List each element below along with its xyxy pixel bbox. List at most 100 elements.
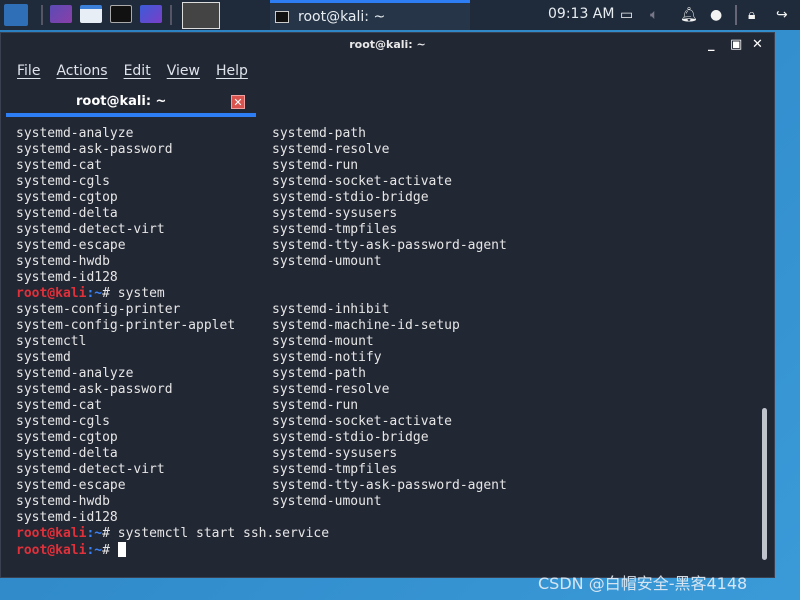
terminal-line: systemd-id128	[16, 270, 329, 286]
taskbar-window-button[interactable]: root@kali: ~	[270, 0, 470, 30]
scrollbar[interactable]	[762, 408, 767, 560]
completion-item: systemd-cat	[16, 398, 103, 413]
completion-item: systemd	[16, 350, 71, 365]
separator	[735, 5, 737, 25]
menu-edit[interactable]: Edit	[124, 63, 151, 79]
terminal-active-icon[interactable]	[182, 2, 220, 29]
bell-icon[interactable]: 🔔︎	[680, 7, 698, 23]
terminal-icon	[275, 11, 289, 23]
terminal-line: systemd-delta systemd-sysusers	[16, 446, 397, 462]
completion-item: systemd-sysusers	[272, 446, 398, 461]
tab-close-icon[interactable]: ✕	[231, 95, 245, 109]
terminal-output[interactable]: systemd-analyze systemd-path systemd-ask-p…	[16, 126, 507, 558]
completion-item: systemd-escape	[16, 478, 126, 493]
menu-file[interactable]: File	[17, 63, 40, 79]
command-text: systemctl start ssh.service	[117, 526, 330, 541]
terminal-line: root@kali:~# systemctl start ssh.service	[16, 526, 329, 542]
menu-bar: File Actions Edit View Help	[17, 63, 264, 79]
power-manager-icon[interactable]: ●	[710, 7, 722, 23]
completion-item: systemd-ask-password	[16, 382, 173, 397]
volume-icon[interactable]: 🔈︎	[650, 7, 658, 23]
terminal-window: root@kali: ~ _ ▣ ✕ File Actions Edit Vie…	[0, 32, 775, 578]
terminal-line: systemd-escape systemd-tty-ask-password-a…	[16, 478, 507, 494]
terminal-line: systemd-cat systemd-run	[16, 398, 358, 414]
terminal-line: systemd-escape systemd-tty-ask-password-a…	[16, 238, 507, 254]
screen-recorder-icon[interactable]	[140, 5, 162, 23]
completion-item: systemd-run	[272, 158, 359, 173]
completion-item: systemd-socket-activate	[272, 174, 453, 189]
workspace-icon[interactable]	[50, 5, 72, 23]
completion-item: systemd-hwdb	[16, 254, 110, 269]
prompt-user: root@kali	[16, 526, 87, 541]
cursor	[117, 542, 126, 557]
completion-item: systemd-tmpfiles	[272, 222, 398, 237]
terminal-line: root@kali:~#	[16, 542, 329, 558]
close-button[interactable]: ✕	[752, 37, 763, 52]
prompt-hash: #	[102, 526, 118, 541]
tab-label: root@kali: ~	[76, 94, 167, 109]
completion-item: systemd-escape	[16, 238, 126, 253]
terminal-line: systemd-detect-virt systemd-tmpfiles	[16, 222, 397, 238]
completion-item: systemd-umount	[272, 254, 382, 269]
prompt-path: :~	[86, 526, 103, 541]
completion-item: systemd-id128	[16, 510, 118, 525]
completion-item: systemd-cgtop	[16, 190, 118, 205]
terminal-line: systemd systemd-notify	[16, 350, 382, 366]
completion-item: systemd-id128	[16, 270, 118, 285]
completion-item: systemd-cat	[16, 158, 103, 173]
terminal-line: systemd-id128	[16, 510, 329, 526]
completion-item: systemd-tty-ask-password-agent	[272, 478, 507, 493]
completion-item: systemd-umount	[272, 494, 382, 509]
prompt-path: :~	[86, 543, 103, 558]
window-title: root@kali: ~	[349, 38, 426, 51]
terminal-line: systemd-delta systemd-sysusers	[16, 206, 397, 222]
completion-item: systemd-analyze	[16, 126, 134, 141]
terminal-line: systemctl systemd-mount	[16, 334, 374, 350]
minimize-button[interactable]: _	[708, 37, 715, 52]
completion-item: systemd-socket-activate	[272, 414, 453, 429]
completion-item: systemd-resolve	[272, 382, 390, 397]
tab-terminal[interactable]: root@kali: ~ ✕	[6, 89, 256, 117]
completion-item: systemd-detect-virt	[16, 462, 165, 477]
terminal-line: systemd-hwdb systemd-umount	[16, 494, 382, 510]
completion-item: systemd-machine-id-setup	[272, 318, 460, 333]
prompt-path: :~	[86, 286, 103, 301]
completion-item: systemd-cgls	[16, 414, 110, 429]
terminal-line: systemd-cgls systemd-socket-activate	[16, 414, 452, 430]
completion-item: systemd-hwdb	[16, 494, 110, 509]
menu-view[interactable]: View	[167, 63, 200, 79]
separator	[41, 5, 43, 25]
completion-item: systemd-stdio-bridge	[272, 430, 429, 445]
separator	[170, 5, 172, 25]
terminal-line: systemd-cgtop systemd-stdio-bridge	[16, 190, 429, 206]
terminal-line: systemd-hwdb systemd-umount	[16, 254, 382, 270]
completion-item: system-config-printer	[16, 302, 181, 317]
completion-item: systemd-notify	[272, 350, 382, 365]
completion-item: systemd-delta	[16, 446, 118, 461]
kali-menu-icon[interactable]	[4, 4, 28, 26]
terminal-line: systemd-ask-password systemd-resolve	[16, 382, 389, 398]
terminal-line: system-config-printer-applet systemd-mach…	[16, 318, 460, 334]
logout-icon[interactable]: ↪	[776, 7, 788, 23]
terminal-line: systemd-analyze systemd-path	[16, 126, 366, 142]
display-icon[interactable]: ▭	[620, 7, 633, 23]
taskbar-window-label: root@kali: ~	[298, 8, 386, 25]
terminal-line: systemd-detect-virt systemd-tmpfiles	[16, 462, 397, 478]
completion-item: systemd-cgls	[16, 174, 110, 189]
terminal-line: systemd-cat systemd-run	[16, 158, 358, 174]
terminal-icon[interactable]	[110, 5, 132, 23]
menu-help[interactable]: Help	[216, 63, 248, 79]
completion-item: systemd-detect-virt	[16, 222, 165, 237]
menu-actions[interactable]: Actions	[56, 63, 107, 79]
completion-item: systemd-run	[272, 398, 359, 413]
clock[interactable]: 09:13 AM	[548, 6, 614, 22]
completion-item: systemd-delta	[16, 206, 118, 221]
maximize-button[interactable]: ▣	[730, 37, 742, 52]
lock-icon[interactable]: 🔒︎	[748, 7, 755, 23]
taskbar: root@kali: ~ 09:13 AM ▭ 🔈︎ 🔔︎ ● 🔒︎ ↪	[0, 0, 800, 30]
completion-item: systemd-ask-password	[16, 142, 173, 157]
file-manager-icon[interactable]	[80, 5, 102, 23]
completion-item: systemd-path	[272, 366, 366, 381]
terminal-line: systemd-cgtop systemd-stdio-bridge	[16, 430, 429, 446]
terminal-line: systemd-cgls systemd-socket-activate	[16, 174, 452, 190]
